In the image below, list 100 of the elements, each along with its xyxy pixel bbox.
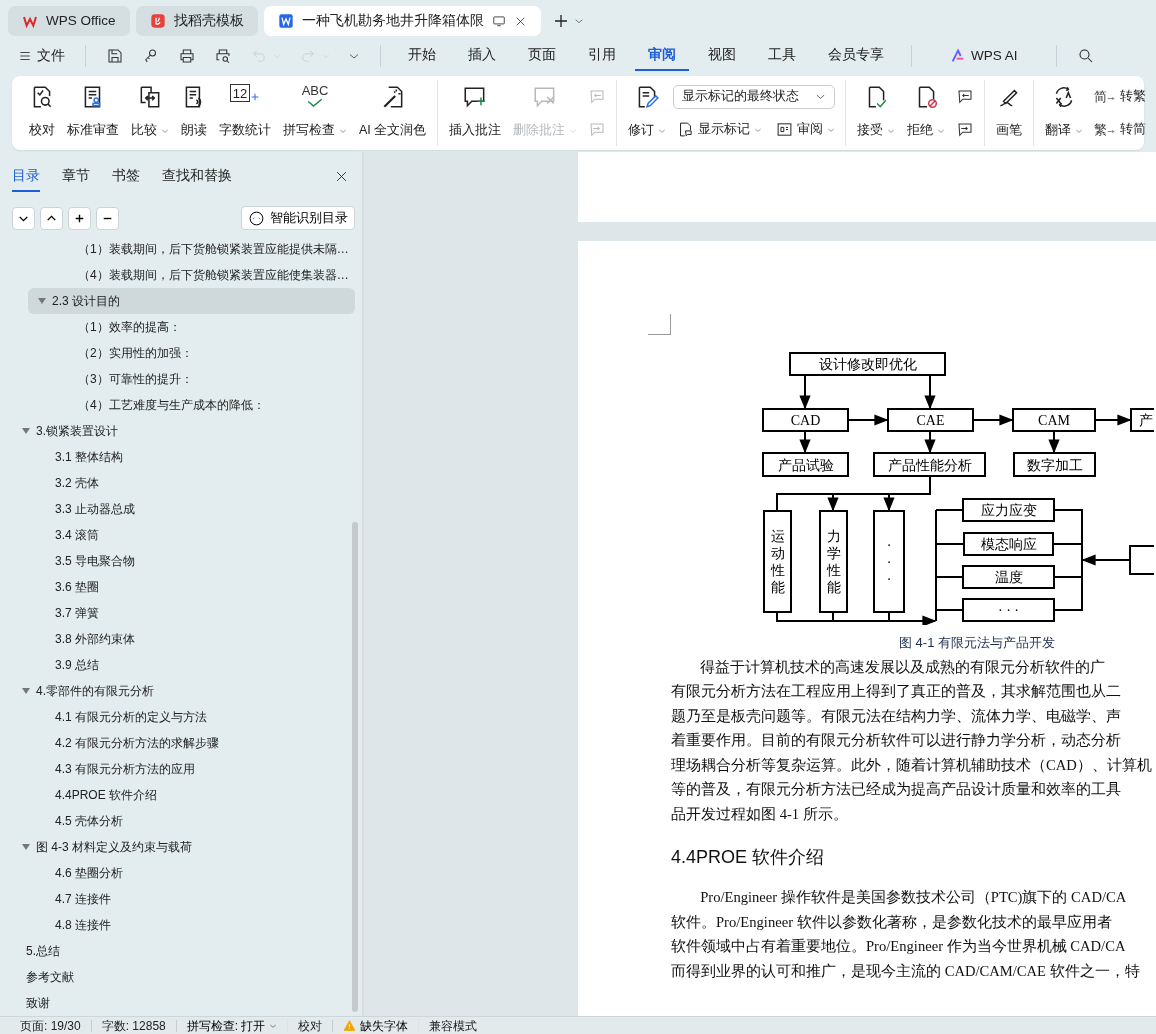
- window-tab[interactable]: WPS Office: [8, 6, 130, 36]
- missing-fonts-button[interactable]: 缺失字体: [333, 1019, 420, 1032]
- status-text: 兼容模式: [428, 1019, 479, 1032]
- outline-item[interactable]: （1）效率的提高：: [28, 314, 355, 340]
- search-icon: [1076, 47, 1095, 65]
- scrollbar[interactable]: [352, 522, 358, 1012]
- outline-item[interactable]: 3.2 壳体: [28, 470, 355, 496]
- outline-item[interactable]: 3.6 垫圈: [28, 574, 355, 600]
- check-icon: [306, 97, 324, 109]
- connector-arrow: [924, 430, 936, 454]
- ribbon-dropdown-button[interactable]: 显示标记: [673, 118, 767, 142]
- ribbon-dropdown-button[interactable]: 修订: [623, 80, 672, 146]
- outline-item[interactable]: 3.7 弹簧: [28, 600, 355, 626]
- menu-icon: [18, 49, 32, 63]
- menu-tab[interactable]: 视图: [695, 40, 749, 72]
- outline-item[interactable]: 4.6 垫圈分析: [28, 860, 355, 886]
- menu-tab[interactable]: 开始: [395, 40, 449, 72]
- connector-arrow: [827, 493, 839, 512]
- expand-triangle-icon: [38, 298, 46, 304]
- outline-item[interactable]: 4.7 连接件: [28, 886, 355, 912]
- tab-title: 一种飞机勘务地井升降箱体限: [301, 11, 484, 30]
- diagram-node: CAM: [1012, 408, 1096, 432]
- outline-item[interactable]: 4.2 有限元分析方法的求解步骤: [28, 730, 355, 756]
- window-tab[interactable]: 一种飞机勘务地井升降箱体限: [263, 6, 541, 36]
- outline-item[interactable]: （2）实用性的加强：: [28, 340, 355, 366]
- diagram-node: CAE: [887, 408, 974, 432]
- menu-tab[interactable]: 插入: [455, 40, 509, 72]
- outline-item[interactable]: 3.4 滚筒: [28, 522, 355, 548]
- tab-title: WPS Office: [46, 11, 116, 30]
- menu-tab[interactable]: 工具: [755, 40, 809, 72]
- section-heading: 4.4PROE 软件介绍: [671, 846, 826, 869]
- ribbon-dropdown-button[interactable]: 翻译: [1040, 80, 1089, 146]
- ribbon-button[interactable]: AI 全文润色: [354, 80, 432, 146]
- outline-item[interactable]: 2.3 设计目的: [28, 288, 355, 314]
- outline-item[interactable]: （3）可靠性的提升：: [28, 366, 355, 392]
- pane-tab[interactable]: 章节: [62, 160, 90, 192]
- menu-tab[interactable]: 引用: [575, 40, 629, 72]
- ribbon-dropdown-button[interactable]: 比较: [126, 80, 174, 146]
- outline-item[interactable]: 5.总结: [12, 938, 355, 964]
- doc-comment-icon: [677, 121, 695, 139]
- ribbon-button[interactable]: 12 字数统计: [214, 80, 276, 146]
- connector-arrow: [883, 493, 895, 512]
- status-text: 校对: [288, 1019, 334, 1032]
- outline-item[interactable]: 3.锁紧装置设计: [12, 418, 355, 444]
- connector-arrow: [972, 414, 1014, 426]
- smart-toc-button[interactable]: 智能识别目录: [240, 206, 355, 230]
- connector-arrow: [1048, 430, 1060, 454]
- ribbon-dropdown-button[interactable]: 拒绝: [902, 80, 951, 146]
- outline-item[interactable]: 3.1 整体结构: [28, 444, 355, 470]
- ai-menu-button[interactable]: WPS AI: [926, 41, 1042, 71]
- outline-item[interactable]: 4.3 有限元分析方法的应用: [28, 756, 355, 782]
- window-tab[interactable]: 找稻壳模板: [135, 6, 258, 36]
- ribbon-dropdown-button[interactable]: 审阅: [772, 118, 840, 142]
- pane-tab[interactable]: 查找和替换: [162, 160, 232, 192]
- ribbon-button[interactable]: 画笔: [991, 80, 1028, 146]
- ribbon-button[interactable]: 繁 转简: [1090, 118, 1151, 141]
- outline-item[interactable]: 4.1 有限元分析的定义与方法: [28, 704, 355, 730]
- outline-item[interactable]: （4）装载期间，后下货舱锁紧装置应能使集装器…: [28, 262, 355, 288]
- expand-triangle-icon: [22, 688, 30, 694]
- pane-tab[interactable]: 书签: [112, 160, 140, 192]
- outline-item[interactable]: 致谢: [12, 990, 355, 1016]
- diagram-node: CAD: [762, 408, 849, 432]
- spell-check-dropdown[interactable]: 拼写检查: 打开: [176, 1019, 289, 1032]
- menu-tab[interactable]: 审阅: [635, 40, 689, 72]
- file-menu-button[interactable]: 文件: [12, 41, 71, 71]
- monitor-icon: [491, 14, 506, 28]
- plus-icon: [552, 13, 569, 29]
- outline-item[interactable]: （4）工艺难度与生产成本的降低：: [28, 392, 355, 418]
- outline-item[interactable]: 3.8 外部约束体: [28, 626, 355, 652]
- expand-triangle-icon: [22, 844, 30, 850]
- ribbon-button[interactable]: 标准审查: [62, 80, 124, 146]
- outline-item[interactable]: 4.5 壳体分析: [28, 808, 355, 834]
- icon-text: ABC: [301, 84, 329, 97]
- ribbon-dropdown-button[interactable]: 接受: [852, 80, 901, 146]
- outline-item[interactable]: 3.3 止动器总成: [28, 496, 355, 522]
- pane-tab[interactable]: 目录: [12, 160, 40, 192]
- diagram-node: 模态响应: [963, 532, 1054, 556]
- outline-tool-button[interactable]: [68, 206, 91, 230]
- arrow-icon: [1107, 127, 1117, 136]
- ribbon-button[interactable]: 插入批注: [444, 80, 507, 146]
- ai-logo-icon: [950, 48, 966, 64]
- menu-tab[interactable]: 页面: [515, 40, 569, 72]
- diagram-node: 产: [1130, 408, 1154, 432]
- menu-tab[interactable]: 会员专享: [815, 40, 897, 72]
- arrow-icon: [1107, 94, 1117, 103]
- icon-text: 繁: [1094, 123, 1108, 136]
- connector-arrow: [799, 374, 811, 410]
- ribbon-dropdown-button[interactable]: ABC 拼写检查: [278, 80, 352, 146]
- outline-item[interactable]: （1）装载期间，后下货舱锁紧装置应能提供未隔…: [28, 236, 355, 262]
- ribbon-button[interactable]: 校对: [24, 80, 60, 146]
- markup-dropdown[interactable]: 显示标记的最终状态: [673, 84, 836, 109]
- diagram-node: 温度: [962, 565, 1055, 589]
- ribbon-button[interactable]: 简 转繁: [1090, 85, 1151, 108]
- outline-item[interactable]: 参考文献: [12, 964, 355, 990]
- outline-item[interactable]: 3.5 导电聚合物: [28, 548, 355, 574]
- outline-item[interactable]: 3.9 总结: [28, 652, 355, 678]
- outline-item[interactable]: 4.8 连接件: [28, 912, 355, 938]
- tab-title: 找稻壳模板: [173, 11, 244, 30]
- ribbon-button[interactable]: 朗读: [176, 80, 212, 146]
- outline-item[interactable]: 4.4PROE 软件介绍: [28, 782, 355, 808]
